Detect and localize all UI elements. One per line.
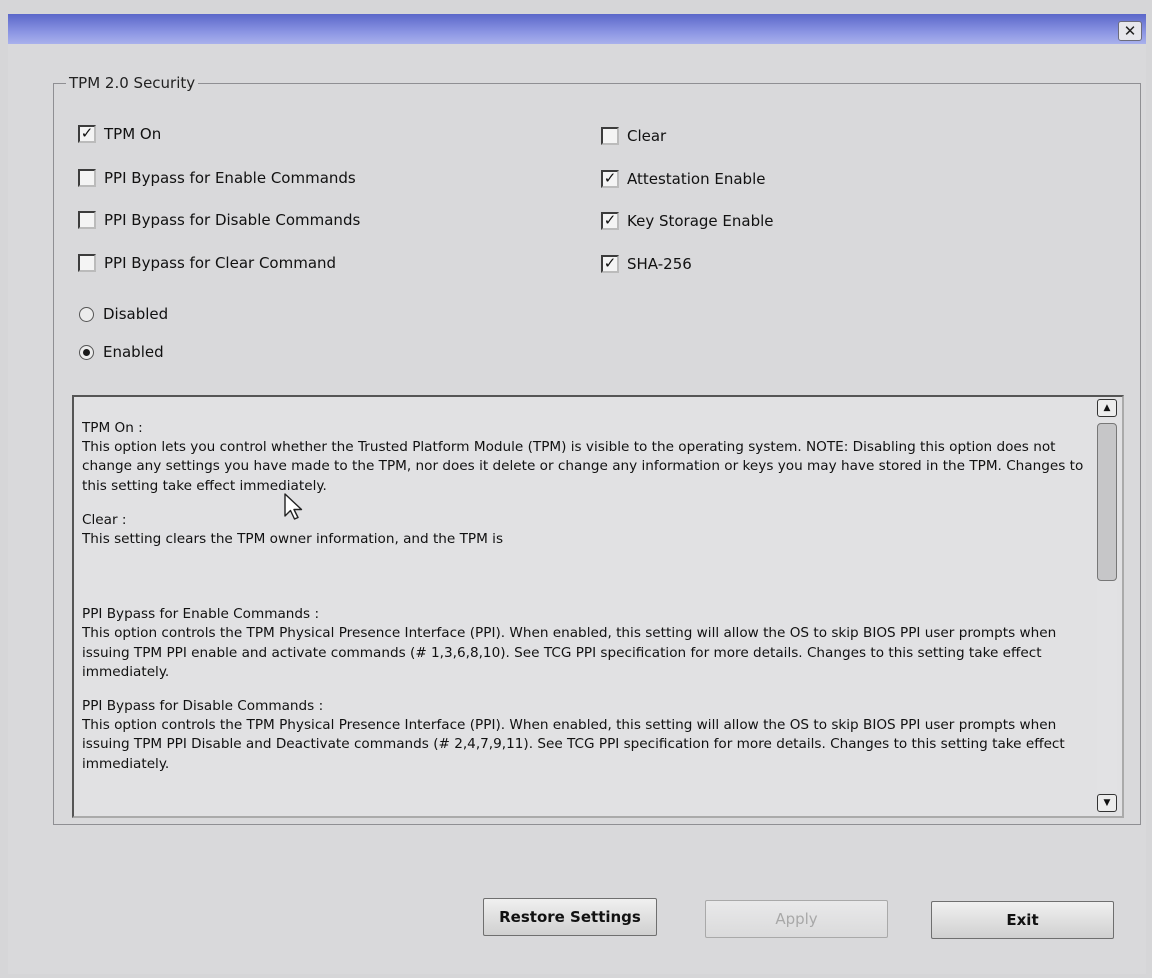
checkbox-icon[interactable] bbox=[78, 211, 96, 229]
close-icon: ✕ bbox=[1123, 22, 1137, 40]
arrow-down-icon: ▼ bbox=[1103, 798, 1111, 808]
checkbox-icon[interactable]: ✓ bbox=[78, 124, 96, 143]
help-section-title: PPI Bypass for Disable Commands : bbox=[82, 698, 324, 715]
checkbox-clear[interactable]: Clear bbox=[601, 125, 666, 147]
help-section-text: This setting clears the TPM owner inform… bbox=[82, 531, 504, 548]
help-section-ppi-enable: PPI Bypass for Enable Commands : This op… bbox=[82, 605, 1088, 682]
help-section-clear: Clear : This setting clears the TPM owne… bbox=[82, 511, 1088, 549]
help-section-title: PPI Bypass for Enable Commands : bbox=[82, 606, 320, 623]
exit-button[interactable]: Exit bbox=[931, 901, 1114, 939]
checkbox-ppi-clear[interactable]: PPI Bypass for Clear Command bbox=[78, 252, 336, 274]
check-icon: ✓ bbox=[603, 169, 617, 187]
scroll-down-button[interactable]: ▼ bbox=[1097, 794, 1117, 812]
scroll-up-button[interactable]: ▲ bbox=[1097, 399, 1117, 417]
radio-icon[interactable] bbox=[79, 306, 94, 322]
help-content: TPM On : This option lets you control wh… bbox=[82, 419, 1088, 814]
checkbox-label: TPM On bbox=[104, 125, 162, 143]
checkbox-tpm-on[interactable]: ✓ TPM On bbox=[78, 123, 161, 145]
arrow-up-icon: ▲ bbox=[1103, 403, 1111, 413]
radio-disabled[interactable]: Disabled bbox=[79, 303, 168, 325]
help-scrollbar[interactable]: ▲ ▼ bbox=[1096, 399, 1118, 812]
checkbox-ppi-disable[interactable]: PPI Bypass for Disable Commands bbox=[78, 209, 360, 231]
restore-settings-button[interactable]: Restore Settings bbox=[483, 898, 657, 936]
checkbox-label: Clear bbox=[627, 127, 667, 145]
radio-icon[interactable] bbox=[79, 344, 94, 360]
help-section-text: This option controls the TPM Physical Pr… bbox=[82, 625, 1057, 680]
group-title: TPM 2.0 Security bbox=[66, 74, 199, 92]
help-section-ppi-disable: PPI Bypass for Disable Commands : This o… bbox=[82, 697, 1088, 774]
scroll-thumb[interactable] bbox=[1097, 423, 1117, 581]
close-button[interactable]: ✕ bbox=[1118, 21, 1142, 41]
mouse-pointer-icon bbox=[284, 493, 303, 520]
checkbox-attestation-enable[interactable]: ✓ Attestation Enable bbox=[601, 168, 765, 190]
help-text-panel[interactable]: TPM On : This option lets you control wh… bbox=[72, 395, 1124, 818]
checkbox-icon[interactable] bbox=[601, 127, 619, 145]
radio-enabled[interactable]: Enabled bbox=[79, 341, 164, 363]
checkbox-label: SHA-256 bbox=[627, 255, 692, 273]
radio-label: Enabled bbox=[103, 343, 164, 361]
checkbox-icon[interactable] bbox=[78, 254, 96, 272]
scroll-track[interactable] bbox=[1097, 419, 1117, 792]
apply-button[interactable]: Apply bbox=[705, 900, 888, 938]
checkbox-key-storage-enable[interactable]: ✓ Key Storage Enable bbox=[601, 210, 774, 232]
check-icon: ✓ bbox=[603, 254, 617, 272]
checkbox-icon[interactable]: ✓ bbox=[601, 211, 619, 230]
checkbox-icon[interactable] bbox=[78, 169, 96, 187]
checkbox-sha-256[interactable]: ✓ SHA-256 bbox=[601, 253, 692, 275]
help-section-text: This option controls the TPM Physical Pr… bbox=[82, 717, 1065, 772]
checkbox-ppi-enable[interactable]: PPI Bypass for Enable Commands bbox=[78, 167, 356, 189]
checkbox-icon[interactable]: ✓ bbox=[601, 169, 619, 188]
help-section-title: TPM On : bbox=[82, 420, 143, 436]
checkbox-label: PPI Bypass for Clear Command bbox=[104, 254, 337, 272]
checkbox-icon[interactable]: ✓ bbox=[601, 254, 619, 273]
radio-label: Disabled bbox=[103, 305, 169, 323]
checkbox-label: Key Storage Enable bbox=[627, 212, 774, 230]
help-section-title: Clear : bbox=[82, 511, 127, 528]
check-icon: ✓ bbox=[603, 211, 617, 229]
check-icon: ✓ bbox=[80, 124, 94, 142]
help-section-tpm-on: TPM On : This option lets you control wh… bbox=[82, 419, 1088, 496]
checkbox-label: PPI Bypass for Disable Commands bbox=[104, 211, 361, 229]
checkbox-label: PPI Bypass for Enable Commands bbox=[104, 169, 356, 187]
checkbox-label: Attestation Enable bbox=[627, 170, 766, 188]
window-titlebar bbox=[8, 14, 1146, 44]
help-section-text: This option lets you control whether the… bbox=[82, 439, 1084, 494]
radio-dot-icon bbox=[83, 348, 90, 356]
